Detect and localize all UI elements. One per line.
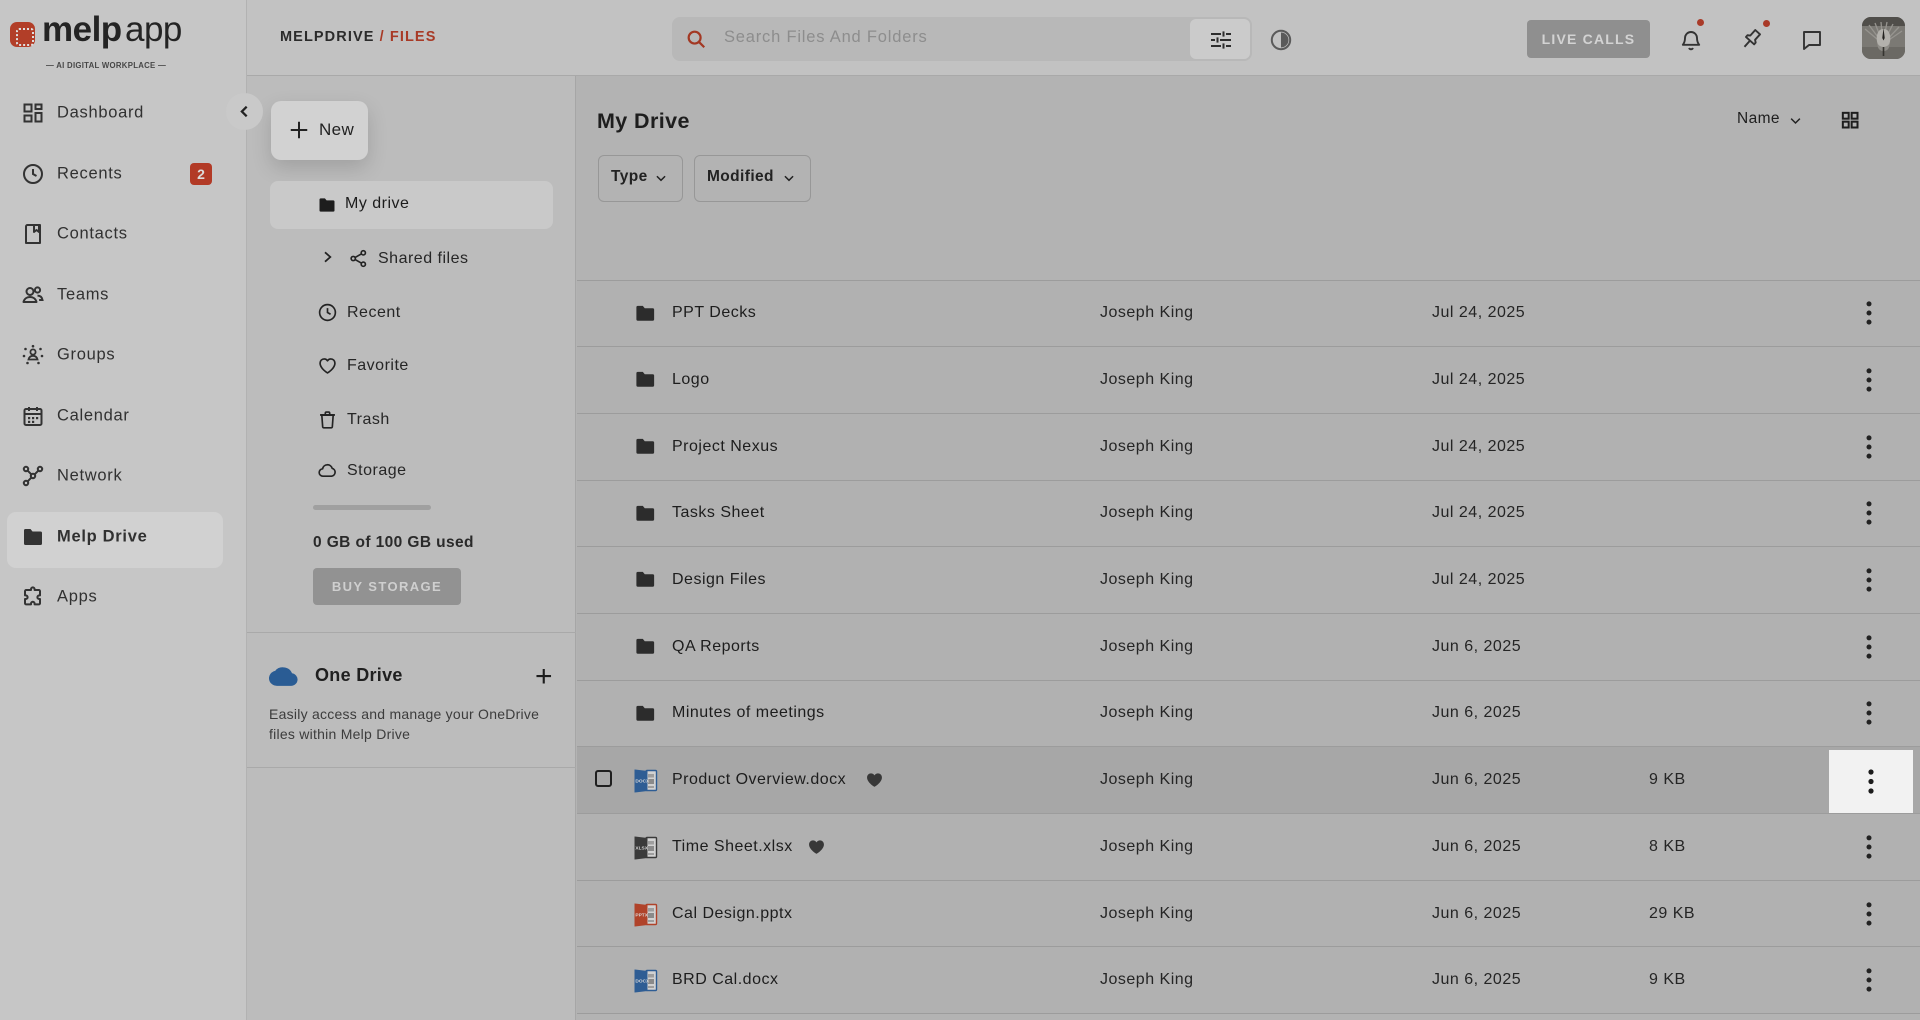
svg-text:PPTX: PPTX <box>635 912 648 918</box>
svg-text:DOCX: DOCX <box>635 779 650 785</box>
svg-text:XLSX: XLSX <box>635 846 648 852</box>
svg-text:DOCX: DOCX <box>635 979 650 985</box>
